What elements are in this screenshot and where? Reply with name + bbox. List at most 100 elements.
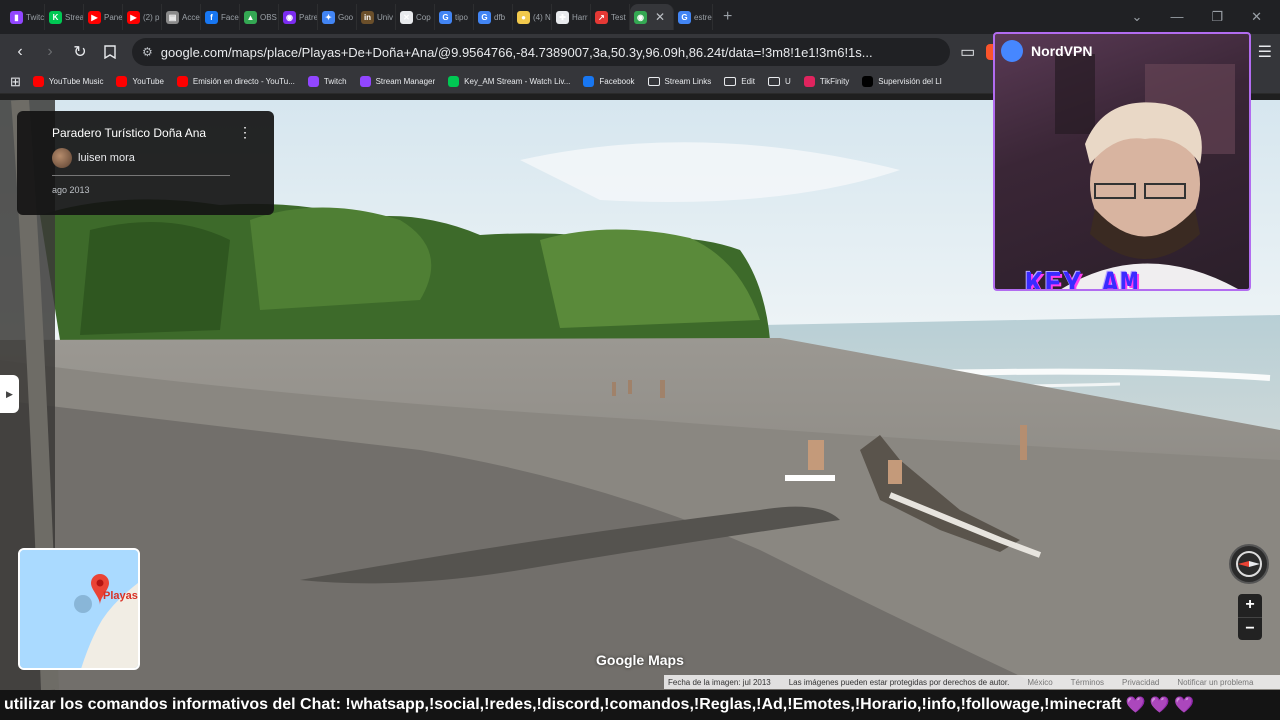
tab-0[interactable]: ▮Twitch [6,4,45,30]
bookmark-item[interactable]: YouTube Music [32,76,104,87]
bookmark-label: Key_AM Stream - Watch Liv... [464,77,571,86]
tab-14[interactable]: ✚ Harr [552,4,591,30]
browser-menu-icon[interactable]: ☰ [1258,42,1272,62]
apps-icon[interactable]: ⊞ [10,74,21,90]
compass-button[interactable] [1229,544,1269,584]
ticker-text: utilizar los comandos informativos del C… [4,696,1122,713]
bookmark-favicon-icon [359,76,371,87]
avatar [52,148,72,168]
tab-label: Test [611,12,626,22]
site-settings-icon[interactable]: ⚙ [142,45,153,59]
tab-label: Stream [65,12,84,22]
tab-6[interactable]: ▲ OBS [240,4,279,30]
nordvpn-badge: NordVPN [1001,40,1092,62]
tab-label: Cop [416,12,431,22]
terms-link[interactable]: Términos [1071,678,1104,687]
bookmark-label: Supervisión del LI [878,77,942,86]
tab-favicon-icon: ● [517,10,530,24]
tab-3[interactable]: ▶ (2) p [123,4,162,30]
tab-7[interactable]: ◉ Patre [279,4,318,30]
tab-17[interactable]: Gestre [674,4,713,30]
photo-author[interactable]: luisen mora [52,148,230,176]
zoom-control: + − [1238,594,1262,640]
image-date: Fecha de la imagen: jul 2013 [668,677,771,687]
mini-map-canvas [20,550,138,668]
tab-12[interactable]: Gdfb [474,4,513,30]
tab-favicon-icon: ✦ [322,10,335,24]
bookmark-page-icon[interactable] [98,40,122,64]
bookmark-item[interactable]: Facebook [583,76,635,87]
bookmark-label: U [785,77,791,86]
bookmark-item[interactable]: Twitch [307,76,347,87]
folder-icon [724,77,737,86]
more-options-icon[interactable]: ⋮ [238,125,252,139]
tab-favicon-icon: ▤ [166,10,179,24]
zoom-in-button[interactable]: + [1238,594,1262,617]
bookmark-item[interactable]: U [768,77,791,86]
bookmark-item[interactable]: Emisión en directo - YouTu... [176,76,295,87]
bookmark-item[interactable]: Edit [724,77,755,86]
tab-10[interactable]: ✕ Cop [396,4,435,30]
tab-favicon-icon: ◉ [634,10,647,24]
tab-favicon-icon: ✚ [556,10,569,24]
tab-4[interactable]: ▤ Acce [162,4,201,30]
bookmark-item[interactable]: Supervisión del LI [862,76,942,87]
address-bar[interactable]: ⚙ google.com/maps/place/Playas+De+Doña+A… [132,38,950,66]
bookmark-favicon-icon [448,76,460,87]
tab-16[interactable]: ◉ ✕ [630,4,674,30]
new-tab-button[interactable]: + [723,8,732,26]
close-tab-icon[interactable]: ✕ [655,10,665,24]
chat-commands-ticker: utilizar los comandos informativos del C… [0,690,1280,720]
report-problem-link[interactable]: Notificar un problema [1177,678,1253,687]
tab-15[interactable]: ↗ Test [591,4,630,30]
bookmark-favicon-icon [307,76,319,87]
chevron-right-icon: ▶ [6,388,13,399]
tab-13[interactable]: ● (4) N [513,4,552,30]
tab-favicon-icon: K [49,10,62,24]
forward-button[interactable]: › [38,40,62,64]
bookmark-item[interactable]: YouTube [116,76,164,87]
tab-label: (4) N [533,12,551,22]
tab-favicon-icon: G [678,10,691,24]
minimize-icon[interactable]: — [1170,9,1183,25]
tab-favicon-icon: G [439,10,452,24]
tab-search-icon[interactable]: ⌄ [1132,9,1143,25]
mini-map[interactable]: Playas [18,548,140,670]
tab-label: Face [221,12,239,22]
tab-2[interactable]: ▶ Panel [84,4,123,30]
reload-button[interactable]: ↻ [68,40,92,64]
bookmark-favicon-icon [803,76,815,87]
bookmark-label: Stream Links [664,77,712,86]
bookmark-favicon-icon [32,76,44,87]
tab-8[interactable]: ✦ Goo [318,4,357,30]
tab-1[interactable]: KStream [45,4,84,30]
bookmark-label: Stream Manager [375,77,436,86]
tab-list: ▮TwitchKStream▶Panel▶(2) p▤AccefFace▲OBS… [6,4,713,30]
bookmark-item[interactable]: Key_AM Stream - Watch Liv... [448,76,570,87]
bookmark-item[interactable]: TikFinity [803,76,849,87]
cast-icon[interactable]: ▭ [956,40,980,64]
country-link[interactable]: México [1027,678,1052,687]
bookmark-item[interactable]: Stream Links [647,77,712,86]
tab-label: tipo [455,12,468,22]
folder-icon [768,77,781,86]
zoom-out-button[interactable]: − [1238,616,1262,641]
expand-panel-button[interactable]: ▶ [0,375,19,413]
webcam-feed [1055,54,1238,289]
tab-favicon-icon: f [205,10,218,24]
back-button[interactable]: ‹ [8,40,32,64]
tab-label: estre [694,12,712,22]
tab-label: Univ [377,12,394,22]
close-window-icon[interactable]: ✕ [1251,9,1262,25]
bookmark-item[interactable]: Stream Manager [359,76,436,87]
bookmark-favicon-icon [862,76,874,87]
place-title[interactable]: Paradero Turístico Doña Ana [52,126,256,140]
url-text: google.com/maps/place/Playas+De+Doña+Ana… [160,44,873,60]
bookmark-label: YouTube Music [48,77,104,86]
tab-favicon-icon: ▶ [88,10,101,24]
maximize-icon[interactable]: ❐ [1211,9,1223,25]
tab-5[interactable]: f Face [201,4,240,30]
privacy-link[interactable]: Privacidad [1122,678,1159,687]
tab-11[interactable]: Gtipo [435,4,474,30]
tab-9[interactable]: in Univ [357,4,396,30]
